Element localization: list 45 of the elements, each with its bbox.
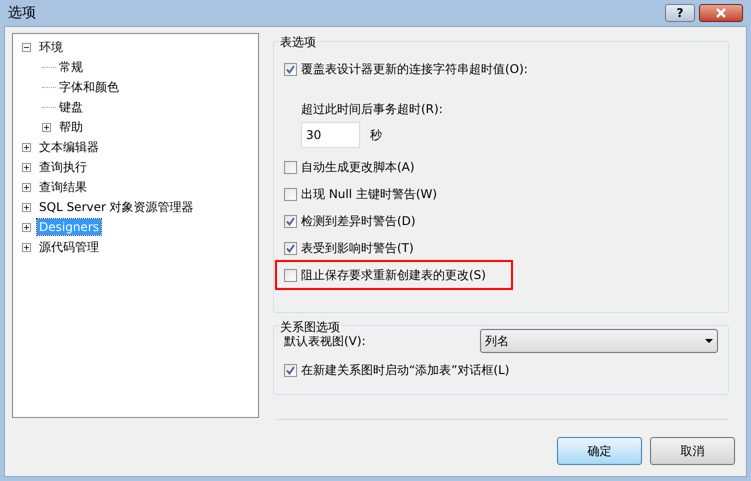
- tree-item[interactable]: 常规: [57, 59, 85, 75]
- expander-icon[interactable]: [22, 42, 31, 52]
- view-dropdown[interactable]: 列名: [480, 329, 718, 353]
- expander-icon[interactable]: [22, 202, 31, 212]
- checkbox[interactable]: [284, 160, 297, 174]
- checkbox-label: 在新建关系图时启动“添加表”对话框(L): [301, 362, 510, 379]
- checkbox-label: 检测到差异时警告(D): [301, 213, 416, 230]
- checkbox[interactable]: [284, 268, 297, 282]
- tree-item[interactable]: 源代码管理: [37, 239, 101, 255]
- expander-icon[interactable]: [22, 242, 31, 252]
- expander-icon[interactable]: [42, 122, 51, 132]
- dialog-button[interactable]: 取消: [650, 437, 735, 465]
- field-label: 超过此时间后事务超时(R):: [301, 101, 444, 118]
- help-button[interactable]: ?: [665, 4, 695, 22]
- close-icon: [715, 8, 727, 18]
- checkbox[interactable]: [284, 214, 297, 228]
- group-title: 表选项: [279, 33, 317, 51]
- checkbox[interactable]: [284, 62, 297, 76]
- dropdown-arrow-icon: [705, 339, 713, 343]
- checkbox[interactable]: [284, 364, 297, 376]
- checkbox-label: 阻止保存要求重新创建表的更改(S): [301, 267, 486, 284]
- tree-item[interactable]: 文本编辑器: [37, 139, 101, 155]
- checkbox[interactable]: [284, 242, 297, 254]
- group-title: 关系图选项: [279, 318, 341, 336]
- tree-item[interactable]: 环境: [37, 39, 65, 55]
- expander-icon[interactable]: [22, 142, 31, 152]
- expander-icon[interactable]: [22, 222, 31, 232]
- tree-item[interactable]: 帮助: [57, 119, 85, 135]
- tree-item[interactable]: 字体和颜色: [57, 79, 121, 95]
- checkbox-label: 表受到影响时警告(T): [301, 240, 414, 257]
- dialog-button[interactable]: 确定: [557, 437, 642, 465]
- timeout-field[interactable]: 30: [301, 122, 360, 148]
- unit-label: 秒: [370, 127, 382, 144]
- expander-icon[interactable]: [22, 162, 31, 172]
- checkbox-label: 自动生成更改脚本(A): [301, 159, 415, 176]
- close-button[interactable]: [699, 4, 743, 22]
- checkbox-label: 出现 Null 主键时警告(W): [301, 186, 438, 203]
- checkbox-label: 覆盖表设计器更新的连接字符串超时值(O):: [301, 61, 528, 78]
- window-title: 选项: [8, 4, 36, 22]
- tree-item[interactable]: SQL Server 对象资源管理器: [37, 199, 196, 215]
- expander-icon[interactable]: [22, 182, 31, 192]
- tree-item[interactable]: 键盘: [57, 99, 85, 115]
- tree-item[interactable]: 查询执行: [37, 159, 89, 175]
- tree-item[interactable]: 查询结果: [37, 179, 89, 195]
- checkbox[interactable]: [284, 188, 297, 200]
